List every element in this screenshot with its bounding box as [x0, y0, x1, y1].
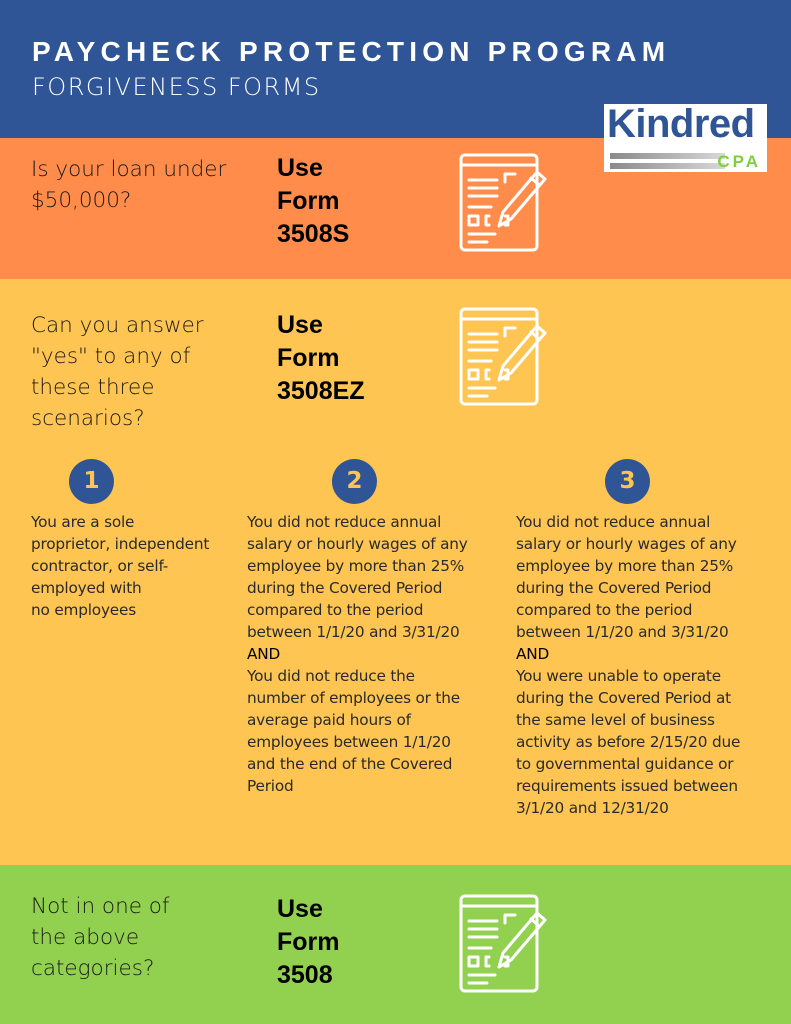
- form-recommendation: Use Form 3508EZ: [277, 309, 365, 408]
- scenario-and-connector: AND: [247, 645, 281, 663]
- form-label-line: 3508EZ: [277, 377, 365, 405]
- scenario-line: 3/1/20 and 12/31/20: [516, 799, 669, 817]
- form-label-line: 3508S: [277, 220, 350, 248]
- scenario-line: requirements issued between: [516, 777, 738, 795]
- section-question: Not in one of the above categories?: [31, 891, 170, 984]
- scenario-line: during the Covered Period: [247, 579, 443, 597]
- scenario-number-badge: 2: [332, 459, 377, 504]
- scenario-line: employees between 1/1/20: [247, 733, 451, 751]
- scenario-line: between 1/1/20 and 3/31/20: [516, 623, 729, 641]
- question-line: scenarios?: [31, 406, 145, 431]
- form-recommendation: Use Form 3508S: [277, 152, 349, 251]
- section-form-3508: Not in one of the above categories? Use …: [0, 865, 791, 1024]
- scenario-line: employee by more than 25%: [247, 557, 465, 575]
- logo-wordmark: Kindred: [607, 102, 755, 146]
- scenario-line: compared to the period: [247, 601, 424, 619]
- form-label-line: Use: [277, 154, 323, 182]
- scenario-line: contractor, or self-: [31, 557, 169, 575]
- scenario-line: You did not reduce annual: [247, 513, 442, 531]
- logo-bar: [610, 163, 725, 169]
- scenario-line: Period: [247, 777, 294, 795]
- scenario-number-badge: 1: [69, 459, 114, 504]
- scenario-line: to governmental guidance or: [516, 755, 734, 773]
- question-line: Can you answer: [31, 313, 204, 338]
- question-line: $50,000?: [31, 188, 132, 213]
- form-label-line: Form: [277, 344, 340, 372]
- scenario-2-text: You did not reduce annual salary or hour…: [247, 511, 507, 797]
- form-recommendation: Use Form 3508: [277, 893, 340, 992]
- scenario-line: during the Covered Period at: [516, 689, 731, 707]
- kindred-cpa-logo: Kindred CPA: [604, 102, 767, 172]
- scenario-line: average paid hours of: [247, 711, 411, 729]
- scenario-line: employed with: [31, 579, 142, 597]
- scenario-line: the same level of business: [516, 711, 715, 729]
- question-line: the above: [31, 925, 140, 950]
- scenario-and-connector: AND: [516, 645, 550, 663]
- logo-cpa-tag: CPA: [717, 152, 761, 171]
- question-line: "yes" to any of: [31, 344, 191, 369]
- page-title: PAYCHECK PROTECTION PROGRAM: [32, 36, 671, 67]
- form-label-line: Use: [277, 311, 323, 339]
- section-form-3508ez: Can you answer "yes" to any of these thr…: [0, 279, 791, 865]
- scenario-line: during the Covered Period: [516, 579, 712, 597]
- form-label-line: 3508: [277, 961, 333, 989]
- scenario-line: You did not reduce annual: [516, 513, 711, 531]
- form-edit-icon: [459, 894, 547, 993]
- scenario-line: between 1/1/20 and 3/31/20: [247, 623, 460, 641]
- scenario-number-badge: 3: [605, 459, 650, 504]
- question-line: Not in one of: [31, 894, 170, 919]
- scenario-line: proprietor, independent: [31, 535, 210, 553]
- scenario-line: compared to the period: [516, 601, 693, 619]
- form-label-line: Form: [277, 928, 340, 956]
- scenario-line: You are a sole: [31, 513, 135, 531]
- scenario-line: You were unable to operate: [516, 667, 721, 685]
- scenario-line: no employees: [31, 601, 136, 619]
- section-question: Is your loan under $50,000?: [31, 154, 226, 216]
- scenario-line: number of employees or the: [247, 689, 460, 707]
- scenario-line: employee by more than 25%: [516, 557, 734, 575]
- form-edit-icon: [459, 153, 547, 252]
- scenario-line: salary or hourly wages of any: [516, 535, 737, 553]
- form-label-line: Use: [277, 895, 323, 923]
- question-line: Is your loan under: [31, 157, 227, 182]
- scenario-3-text: You did not reduce annual salary or hour…: [516, 511, 786, 819]
- section-question: Can you answer "yes" to any of these thr…: [31, 310, 204, 434]
- form-edit-icon: [459, 307, 547, 406]
- question-line: these three: [31, 375, 155, 400]
- scenario-line: and the end of the Covered: [247, 755, 453, 773]
- scenario-1-text: You are a sole proprietor, independent c…: [31, 511, 241, 621]
- page-subtitle: FORGIVENESS FORMS: [32, 73, 321, 101]
- scenario-line: activity as before 2/15/20 due: [516, 733, 741, 751]
- logo-bar: [610, 153, 725, 159]
- question-line: categories?: [31, 956, 155, 981]
- scenario-line: salary or hourly wages of any: [247, 535, 468, 553]
- form-label-line: Form: [277, 187, 340, 215]
- scenario-line: You did not reduce the: [247, 667, 415, 685]
